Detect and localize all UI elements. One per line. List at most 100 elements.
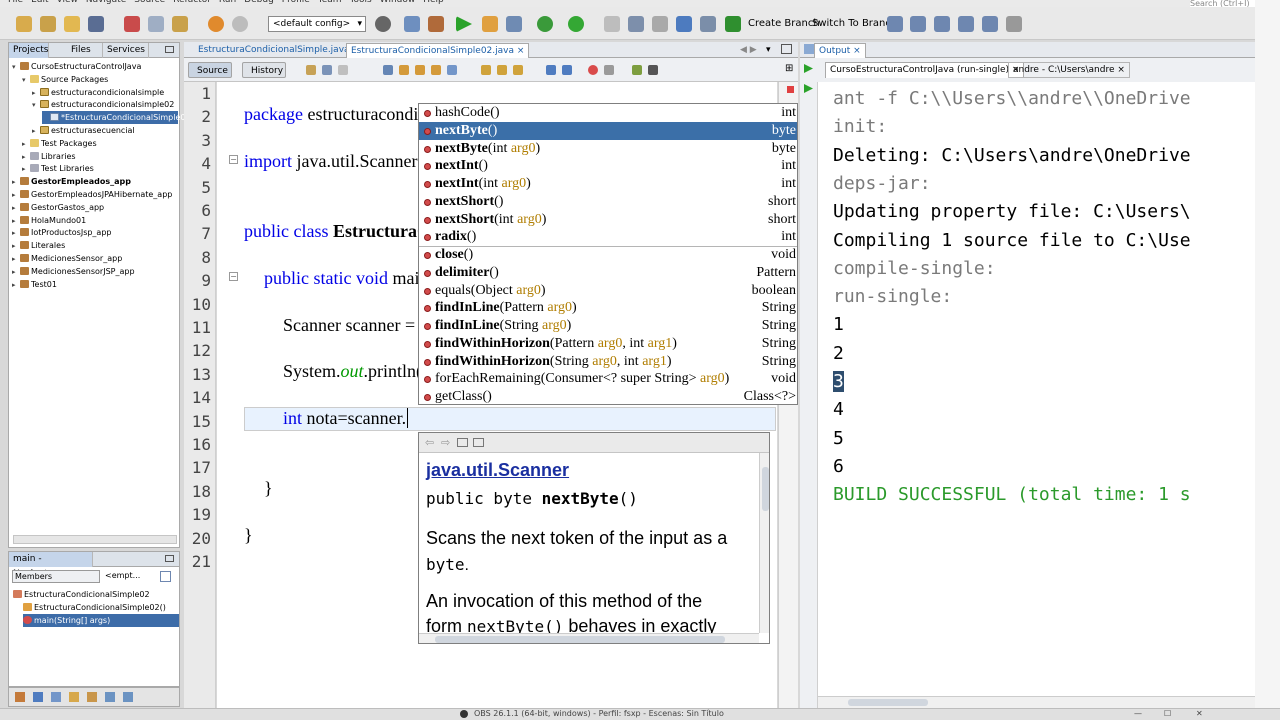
navigator-item[interactable]: EstructuraCondicionalSimple02: [13, 588, 150, 601]
prev-bookmark-icon[interactable]: [481, 65, 491, 75]
find-next-icon[interactable]: [415, 65, 425, 75]
completion-item[interactable]: findInLine(Pattern arg0) String: [419, 299, 797, 317]
tree-item[interactable]: ▸ IotProductosJsp_app: [12, 226, 112, 239]
horizontal-scrollbar[interactable]: [13, 535, 177, 544]
completion-item[interactable]: radix() int: [419, 228, 797, 246]
shift-left-icon[interactable]: [546, 65, 556, 75]
record-macro-icon[interactable]: [588, 65, 598, 75]
tree-item[interactable]: ▾ CursoEstructuraControlJava: [12, 60, 141, 73]
tree-item[interactable]: ▸ Libraries: [22, 150, 76, 163]
menu-run[interactable]: Run: [219, 0, 236, 5]
completion-item[interactable]: nextByte() byte: [419, 121, 797, 140]
minimize-icon[interactable]: [165, 46, 174, 53]
scrollbar-thumb[interactable]: [762, 467, 769, 511]
switch-branch-button[interactable]: Switch To Branch: [812, 18, 897, 29]
back-icon[interactable]: ⇦: [425, 436, 434, 449]
filter-dropdown[interactable]: <empt...: [105, 570, 149, 583]
history-button[interactable]: History: [242, 62, 286, 78]
cut-icon[interactable]: [124, 16, 140, 32]
menu-file[interactable]: File: [8, 0, 23, 5]
open-browser-icon[interactable]: [457, 438, 468, 447]
tab-estructuracondicionalsimple02[interactable]: EstructuraCondicionalSimple02.java ×: [346, 43, 530, 58]
navigator-options-icon[interactable]: [160, 571, 171, 582]
find-previous-icon[interactable]: [399, 65, 409, 75]
tab-navigator[interactable]: main - Navigator: [9, 552, 93, 579]
menu-edit[interactable]: Edit: [31, 0, 48, 5]
settings-icon[interactable]: [375, 16, 391, 32]
completion-item[interactable]: close() void: [419, 246, 797, 264]
go-to-source-icon[interactable]: [473, 438, 484, 447]
open-project-icon[interactable]: [64, 16, 80, 32]
git-icon[interactable]: [604, 16, 620, 32]
tab-estructuracondicionalsimple[interactable]: EstructuraCondicionalSimple.java ×: [194, 43, 364, 58]
pull-icon[interactable]: [910, 16, 926, 32]
minimize-icon[interactable]: [165, 555, 174, 562]
scroll-tabs-icon[interactable]: ◀ ▶: [740, 45, 757, 55]
completion-item[interactable]: nextByte(int arg0) byte: [419, 140, 797, 158]
completion-item[interactable]: findWithinHorizon(String arg0, int arg1)…: [419, 353, 797, 371]
paste-icon[interactable]: [172, 16, 188, 32]
scrollbar-thumb[interactable]: [435, 636, 725, 643]
tree-item[interactable]: ▸ Literales: [12, 239, 65, 252]
run-icon[interactable]: [456, 16, 472, 32]
navigator-item[interactable]: EstructuraCondicionalSimple02(): [23, 601, 166, 614]
new-project-icon[interactable]: [40, 16, 56, 32]
tab-output[interactable]: Output ×: [814, 43, 866, 58]
create-branch-button[interactable]: Create Branch: [748, 18, 820, 29]
tree-item[interactable]: ▸ estructuracondicionalsimple: [32, 86, 164, 99]
javadoc-class-link[interactable]: java.util.Scanner: [426, 460, 569, 481]
error-indicator-icon[interactable]: [787, 86, 794, 93]
tree-item[interactable]: ▸ GestorEmpleados_app: [12, 175, 131, 188]
source-button[interactable]: Source: [188, 62, 232, 78]
sort-source-icon[interactable]: [123, 692, 133, 702]
save-all-icon[interactable]: [88, 16, 104, 32]
revert-icon[interactable]: [700, 16, 716, 32]
apply-changes-icon[interactable]: [568, 16, 584, 32]
code-completion-popup[interactable]: hashCode() int nextByte() byte nextByte(int …: [418, 103, 798, 405]
collapse-icon[interactable]: ▾: [22, 74, 30, 87]
forward-icon[interactable]: ⇨: [441, 436, 450, 449]
tree-item[interactable]: ▾ estructuracondicionalsimple02: [32, 98, 174, 111]
config-dropdown[interactable]: <default config>: [268, 16, 366, 32]
menu-refactor[interactable]: Refactor: [173, 0, 211, 5]
tree-item[interactable]: ▾ Source Packages: [22, 73, 108, 86]
find-selection-icon[interactable]: [431, 65, 441, 75]
completion-item[interactable]: nextShort(int arg0) short: [419, 211, 797, 229]
push-icon[interactable]: [934, 16, 950, 32]
maximize-icon[interactable]: [781, 44, 792, 54]
completion-item[interactable]: findWithinHorizon(Pattern arg0, int arg1…: [419, 335, 797, 353]
completion-item[interactable]: equals(Object arg0) boolean: [419, 282, 797, 300]
collapse-icon[interactable]: ▾: [32, 99, 40, 112]
new-file-icon[interactable]: [16, 16, 32, 32]
collapse-icon[interactable]: ▾: [12, 61, 20, 74]
tree-item[interactable]: ▸ GestorGastos_app: [12, 201, 104, 214]
maximize-window-icon[interactable]: ☐: [1164, 709, 1171, 718]
output-console[interactable]: ant -f C:\\Users\\andre\\OneDrive init: De…: [818, 82, 1255, 696]
tree-item[interactable]: ▸ HolaMundo01: [12, 214, 86, 227]
expand-icon[interactable]: ⊞: [785, 63, 793, 74]
tree-item[interactable]: *EstructuraCondicionalSimple02.java: [42, 111, 210, 125]
tree-item[interactable]: ▸ MedicionesSensorJSP_app: [12, 265, 135, 278]
completion-item[interactable]: delimiter() Pattern: [419, 264, 797, 282]
tab-terminal[interactable]: andre - C:\Users\andre ×: [1008, 62, 1130, 78]
uncomment-icon[interactable]: [648, 65, 658, 75]
tab-run-single[interactable]: CursoEstructuraControlJava (run-single) …: [825, 62, 1025, 78]
comment-icon[interactable]: [632, 65, 642, 75]
undo-icon[interactable]: [208, 16, 224, 32]
completion-item[interactable]: nextShort() short: [419, 193, 797, 211]
tree-item[interactable]: ▸ Test Packages: [22, 137, 97, 150]
menu-source[interactable]: Source: [134, 0, 165, 5]
copy-icon[interactable]: [148, 16, 164, 32]
redo-icon[interactable]: [232, 16, 248, 32]
menu-navigate[interactable]: Navigate: [86, 0, 126, 5]
run-file-icon[interactable]: [537, 16, 553, 32]
completion-item[interactable]: nextInt(int arg0) int: [419, 175, 797, 193]
back-icon[interactable]: [322, 65, 332, 75]
horizontal-scrollbar[interactable]: [419, 633, 759, 643]
shift-right-icon[interactable]: [562, 65, 572, 75]
horizontal-scrollbar[interactable]: [818, 696, 1255, 708]
menu-debug[interactable]: Debug: [244, 0, 274, 5]
completion-item[interactable]: findInLine(String arg0) String: [419, 317, 797, 335]
tree-item[interactable]: ▸ GestorEmpleadosJPAHibernate_app: [12, 188, 172, 201]
menu-team[interactable]: Team: [318, 0, 342, 5]
